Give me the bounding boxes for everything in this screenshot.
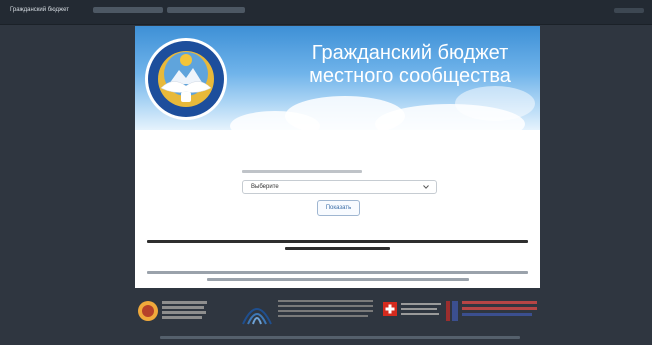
kyrgyz-emblem-logo [145,38,227,120]
locality-select[interactable]: Выберите [242,180,437,194]
chevron-down-icon [423,185,429,189]
ministry-finance-emblem-icon [138,301,158,321]
main-card: Гражданский бюджет местного сообщества В… [135,26,540,288]
banner-title-line2: местного сообщества [309,65,511,87]
select-value: Выберите [251,184,279,190]
nav-dropdown-1[interactable] [93,7,163,13]
institute-logo-icon [446,301,458,321]
show-button[interactable]: Показать [317,200,360,216]
swiss-cross-icon [383,302,397,316]
banner-title: Гражданский бюджет местного сообщества [285,42,535,88]
footer-credits [160,336,520,339]
header-banner: Гражданский бюджет местного сообщества [135,26,540,130]
partner-logos [135,292,540,332]
arch-logo-icon [242,308,272,325]
select-label [242,170,362,173]
banner-title-line1: Гражданский бюджет [311,42,509,64]
navbar-brand[interactable]: Гражданский бюджет [10,7,69,13]
top-navbar: Гражданский бюджет [0,0,652,25]
nav-right-link[interactable] [614,8,644,13]
nav-dropdown-2[interactable] [167,7,245,13]
